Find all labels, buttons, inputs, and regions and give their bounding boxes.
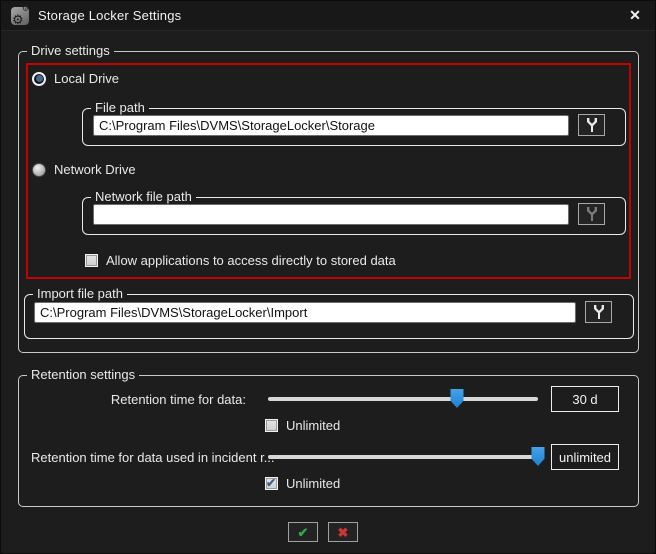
retention-incident-unlimited-label: Unlimited bbox=[286, 476, 340, 491]
import-file-path-legend: Import file path bbox=[33, 286, 127, 301]
drive-settings-legend: Drive settings bbox=[27, 43, 114, 58]
local-drive-radio[interactable] bbox=[32, 72, 46, 86]
retention-incident-slider[interactable] bbox=[268, 455, 538, 459]
import-file-path-browse-button[interactable] bbox=[585, 301, 612, 323]
title-bar: ⚙ ⚙ Storage Locker Settings ✕ bbox=[1, 1, 655, 31]
wrench-icon bbox=[593, 305, 605, 319]
retention-data-value: 30 d bbox=[551, 386, 619, 412]
retention-data-unlimited-checkbox[interactable] bbox=[265, 419, 278, 432]
retention-incident-value: unlimited bbox=[551, 444, 619, 470]
allow-direct-access-label: Allow applications to access directly to… bbox=[106, 253, 396, 268]
storage-locker-settings-dialog: ⚙ ⚙ Storage Locker Settings ✕ Drive sett… bbox=[0, 0, 656, 554]
local-drive-option[interactable]: Local Drive bbox=[32, 71, 119, 86]
wrench-icon bbox=[586, 207, 598, 221]
file-path-legend: File path bbox=[91, 100, 149, 115]
cancel-button[interactable]: ✖ bbox=[328, 522, 358, 542]
network-file-path-browse-button[interactable] bbox=[578, 203, 605, 225]
allow-direct-access-option[interactable]: Allow applications to access directly to… bbox=[85, 253, 396, 268]
settings-gear-icon: ⚙ ⚙ bbox=[11, 7, 29, 25]
check-icon: ✔ bbox=[298, 526, 309, 539]
network-drive-radio[interactable] bbox=[32, 163, 46, 177]
file-path-browse-button[interactable] bbox=[578, 114, 605, 136]
retention-settings-legend: Retention settings bbox=[27, 367, 139, 382]
retention-data-unlimited-label: Unlimited bbox=[286, 418, 340, 433]
file-path-input[interactable] bbox=[93, 115, 569, 136]
retention-incident-unlimited-option[interactable]: Unlimited bbox=[265, 476, 340, 491]
window-title: Storage Locker Settings bbox=[38, 8, 181, 23]
network-file-path-legend: Network file path bbox=[91, 189, 196, 204]
retention-data-unlimited-option[interactable]: Unlimited bbox=[265, 418, 340, 433]
x-icon: ✖ bbox=[338, 526, 349, 539]
retention-data-label: Retention time for data: bbox=[31, 392, 246, 407]
close-icon[interactable]: ✕ bbox=[625, 7, 645, 24]
network-drive-label: Network Drive bbox=[54, 162, 136, 177]
local-drive-label: Local Drive bbox=[54, 71, 119, 86]
import-file-path-input[interactable] bbox=[34, 302, 576, 323]
network-drive-option[interactable]: Network Drive bbox=[32, 162, 136, 177]
allow-direct-access-checkbox[interactable] bbox=[85, 254, 98, 267]
wrench-icon bbox=[586, 118, 598, 132]
retention-data-slider[interactable] bbox=[268, 397, 538, 401]
network-file-path-input[interactable] bbox=[93, 204, 569, 225]
retention-incident-label: Retention time for data used in incident… bbox=[31, 450, 249, 465]
ok-button[interactable]: ✔ bbox=[288, 522, 318, 542]
retention-incident-unlimited-checkbox[interactable] bbox=[265, 477, 278, 490]
